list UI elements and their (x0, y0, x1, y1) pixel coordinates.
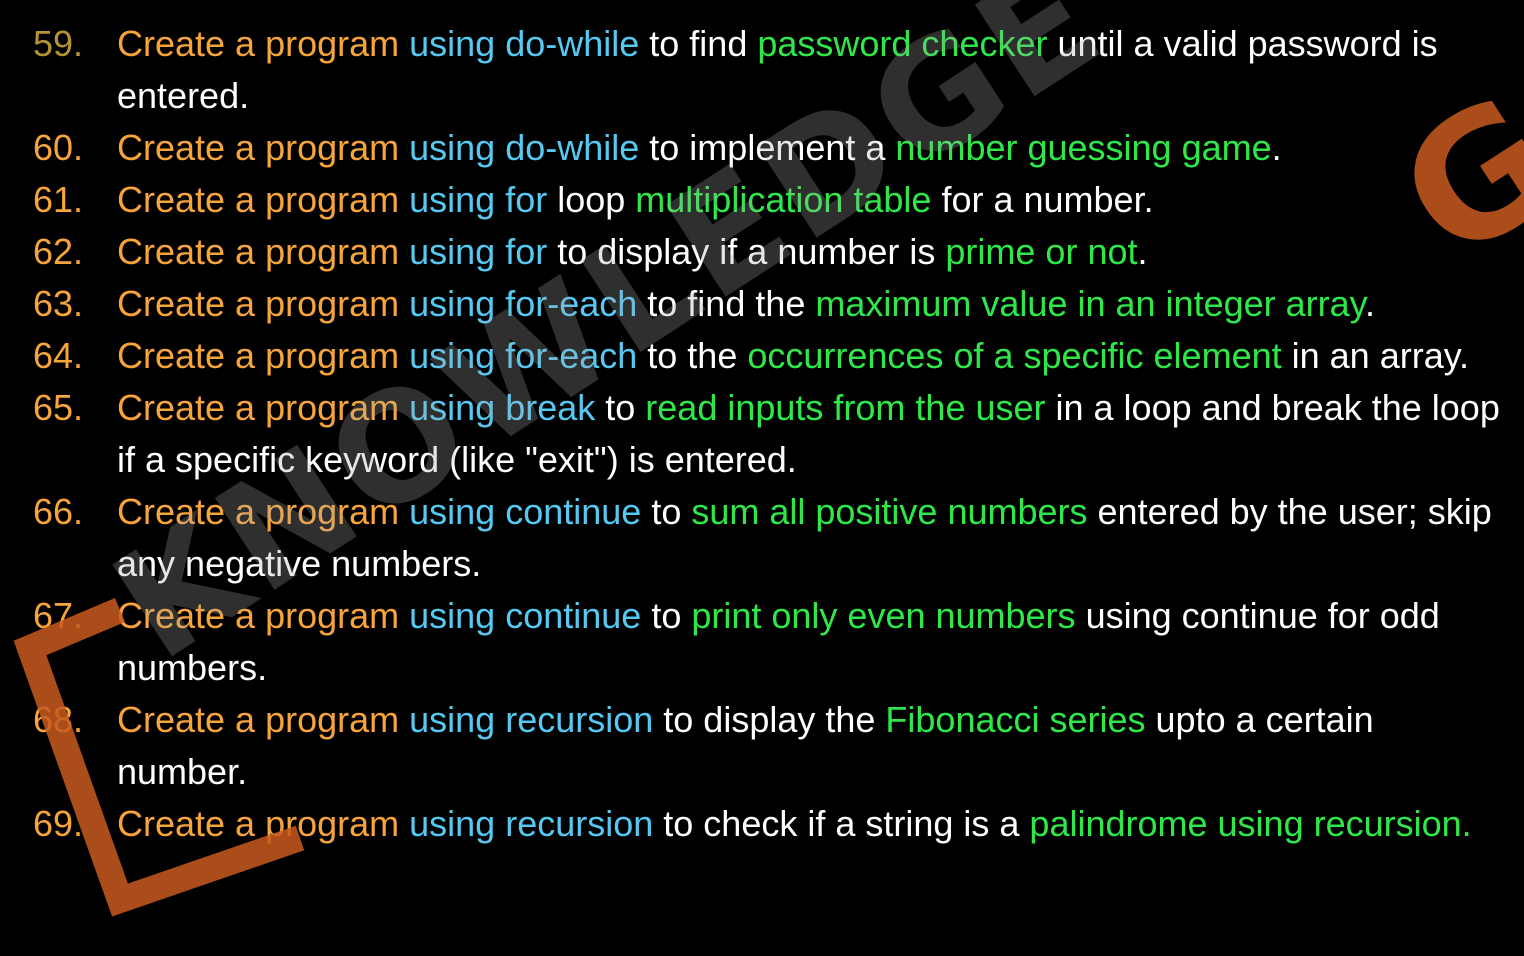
item-text-segment: using for (409, 231, 548, 272)
item-text-segment: using recursion (409, 699, 654, 740)
item-text-segment: to (595, 387, 646, 428)
item-text-segment: using for (409, 179, 548, 220)
item-text-segment: in an array. (1281, 335, 1470, 376)
list-item: 64. Create a program using for-each to th… (0, 330, 1524, 382)
item-text-segment: Create a program (117, 699, 410, 740)
item-text-segment: password checker (757, 23, 1048, 64)
item-number: 67. (33, 595, 84, 636)
item-text-segment: Create a program (117, 491, 410, 532)
item-text-segment: loop (547, 179, 636, 220)
item-number: 68. (33, 699, 84, 740)
item-text-segment: print only even numbers (691, 595, 1076, 636)
item-text-segment: Create a program (117, 595, 410, 636)
list-item: 59. Create a program using do-while to fi… (0, 18, 1524, 122)
item-text-segment: Create a program (117, 283, 410, 324)
item-text-segment: Fibonacci series (885, 699, 1146, 740)
item-text-segment: multiplication table (635, 179, 932, 220)
list-item: 65. Create a program using break to read … (0, 382, 1524, 486)
list-item: 68. Create a program using recursion to d… (0, 694, 1524, 798)
item-number: 66. (33, 491, 84, 532)
item-text-segment: to the (637, 335, 748, 376)
list-item: 62. Create a program using for to display… (0, 226, 1524, 278)
item-text-segment: sum all positive numbers (691, 491, 1088, 532)
item-text-segment: palindrome using recursion. (1029, 803, 1472, 844)
item-text-segment: using for-each (409, 335, 638, 376)
item-text-segment: Create a program (117, 127, 410, 168)
item-number: 65. (33, 387, 84, 428)
item-text-segment: to display if a number is (547, 231, 946, 272)
item-text-segment: to (641, 491, 692, 532)
item-text-segment: to find the (637, 283, 816, 324)
slide: 59. Create a program using do-while to fi… (0, 0, 1524, 956)
item-text-segment: . (1137, 231, 1148, 272)
item-text-segment: read inputs from the user (645, 387, 1046, 428)
item-number: 64. (33, 335, 84, 376)
item-text-segment: to implement a (639, 127, 896, 168)
item-text-segment: maximum value in an integer array (815, 283, 1365, 324)
item-text-segment: to check if a string is a (653, 803, 1030, 844)
item-text-segment: using continue (409, 595, 642, 636)
list-item: 63. Create a program using for-each to fi… (0, 278, 1524, 330)
item-text-segment: using break (409, 387, 596, 428)
item-number: 59. (33, 23, 84, 64)
item-text-segment: Create a program (117, 23, 410, 64)
item-text-segment: using for-each (409, 283, 638, 324)
item-number: 63. (33, 283, 84, 324)
item-text-segment: prime or not (945, 231, 1138, 272)
list-item: 66. Create a program using continue to su… (0, 486, 1524, 590)
item-text-segment: Create a program (117, 231, 410, 272)
item-text-segment: occurrences of a specific element (747, 335, 1282, 376)
item-text-segment: to find (639, 23, 758, 64)
list-item: 69. Create a program using recursion to c… (0, 798, 1524, 850)
item-text-segment: using do-while (409, 23, 640, 64)
item-text-segment: number guessing game (895, 127, 1272, 168)
item-text-segment: Create a program (117, 387, 410, 428)
item-text-segment: . (1271, 127, 1282, 168)
item-text-segment: Create a program (117, 179, 410, 220)
item-number: 60. (33, 127, 84, 168)
item-number: 62. (33, 231, 84, 272)
item-text-segment: using recursion (409, 803, 654, 844)
item-number: 69. (33, 803, 84, 844)
list-item: 67. Create a program using continue to pr… (0, 590, 1524, 694)
item-text-segment: . (1364, 283, 1375, 324)
item-text-segment: for a number. (931, 179, 1154, 220)
list-item: 60. Create a program using do-while to im… (0, 122, 1524, 174)
item-text-segment: Create a program (117, 335, 410, 376)
item-number: 61. (33, 179, 84, 220)
item-text-segment: Create a program (117, 803, 410, 844)
item-text-segment: using do-while (409, 127, 640, 168)
list-item: 61. Create a program using for loop multi… (0, 174, 1524, 226)
item-text-segment: to (641, 595, 692, 636)
item-text-segment: using continue (409, 491, 642, 532)
item-text-segment: to display the (653, 699, 886, 740)
numbered-list: 59. Create a program using do-while to fi… (0, 18, 1524, 850)
